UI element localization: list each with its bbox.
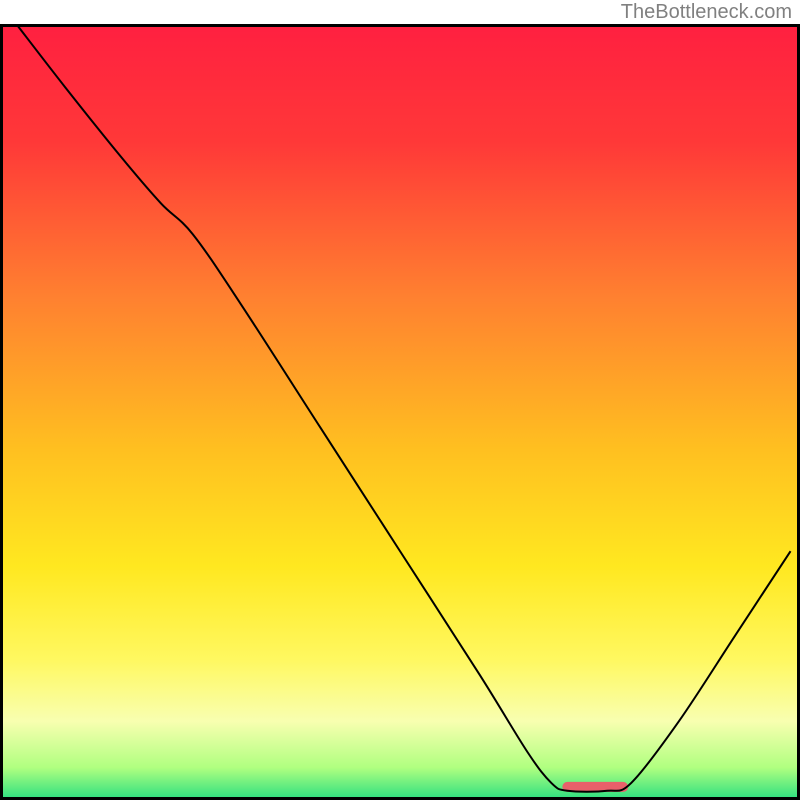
bottleneck-chart: [0, 24, 800, 800]
chart-container: [0, 24, 800, 800]
header: TheBottleneck.com: [0, 0, 800, 24]
watermark-text: TheBottleneck.com: [621, 1, 792, 24]
